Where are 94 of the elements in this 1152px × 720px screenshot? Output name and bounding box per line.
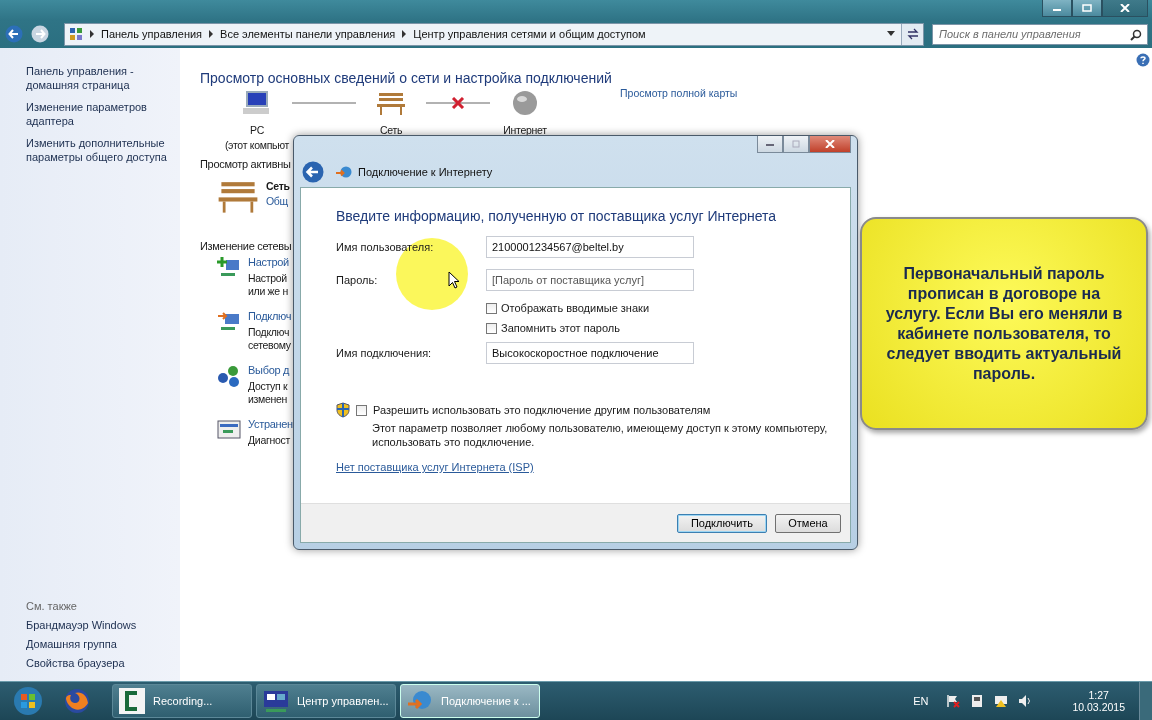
speaker-icon[interactable] <box>1018 694 1033 708</box>
network-name: Сеть <box>266 180 290 192</box>
option-note: Этот параметр позволяет любому пользователю, имеющему доступ к этому компьютеру, использовать это подключение. <box>372 421 829 449</box>
network-center-icon <box>263 688 289 714</box>
input-field[interactable]: Высокоскоростное подключение <box>486 342 694 364</box>
chevron-icon <box>401 30 408 38</box>
chevron-icon <box>89 30 95 38</box>
shield-icon <box>336 402 350 418</box>
homegroup-icon <box>217 364 241 388</box>
globe-arrow-icon <box>336 165 352 179</box>
bench-icon <box>376 90 406 116</box>
callout-text: Первоначальный пароль прописан в договоре на услугу. Если Вы его меняли в кабинете пользователя, то следует вводить актуальный пароль. <box>884 263 1124 384</box>
close-icon <box>1120 4 1130 12</box>
help-icon[interactable] <box>1136 53 1150 67</box>
checkbox-label[interactable]: Разрешить использовать это подключение другим пользователям <box>373 404 711 416</box>
minimize-button[interactable] <box>1042 0 1072 17</box>
close-button[interactable] <box>1102 0 1148 17</box>
task-link[interactable]: Подключ <box>248 310 292 322</box>
maximize-icon <box>1082 4 1092 12</box>
breadcrumb[interactable]: Панель управления <box>101 28 203 40</box>
maximize-button[interactable] <box>1072 0 1102 17</box>
chevron-icon <box>208 30 215 38</box>
task-link[interactable]: Выбор д <box>248 364 290 376</box>
field-label: Имя подключения: <box>336 347 432 359</box>
clock-date: 10.03.2015 <box>1072 701 1125 713</box>
task-link[interactable]: Устранен <box>248 418 293 430</box>
computer-icon <box>242 90 272 116</box>
section-heading: Просмотр активны <box>200 158 291 170</box>
node-label: PC <box>250 124 264 137</box>
breadcrumb[interactable]: Центр управления сетями и общим доступом <box>413 28 646 40</box>
breadcrumb[interactable]: Все элементы панели управления <box>220 28 396 40</box>
field-label: Пароль: <box>336 274 378 286</box>
close-button[interactable] <box>809 136 851 153</box>
minimize-icon <box>765 141 775 147</box>
network-type-link[interactable]: Общ <box>266 195 288 207</box>
sidebar-link[interactable]: Изменение параметров адаптера <box>26 100 171 128</box>
mouse-cursor-icon <box>448 271 460 289</box>
task-description: Доступ к <box>248 380 288 393</box>
fox-globe-icon <box>63 687 91 715</box>
sidebar-link[interactable]: Изменить дополнительные параметры общего доступа <box>26 136 171 164</box>
input-field[interactable]: [Пароль от поставщика услуг] <box>486 269 694 291</box>
clock[interactable]: 1:27 10.03.2015 <box>1072 689 1125 713</box>
no-isp-link[interactable]: Нет поставщика услуг Интернета (ISP) <box>336 461 534 473</box>
language-indicator[interactable]: EN <box>913 695 929 707</box>
input-field[interactable]: 2100001234567@beltel.by <box>486 236 694 258</box>
dialog-title: Подключение к Интернету <box>358 166 493 178</box>
globe-icon <box>510 90 540 116</box>
close-icon <box>825 140 835 148</box>
connect-button[interactable]: Подключить <box>677 513 767 533</box>
section-heading: Изменение сетевы <box>200 240 292 252</box>
cancel-button[interactable]: Отмена <box>775 513 841 533</box>
troubleshoot-icon <box>217 418 241 442</box>
search-icon[interactable] <box>1130 28 1142 41</box>
task-description: Подключ <box>248 326 290 339</box>
checkbox[interactable] <box>356 404 367 416</box>
node-label: Сеть <box>379 124 403 137</box>
search-field[interactable]: Поиск в панели управления <box>932 23 1148 45</box>
refresh-icon <box>905 28 920 40</box>
dialog-heading: Введите информацию, полученную от поставщика услуг Интернета <box>336 208 778 224</box>
control-panel-icon <box>69 27 83 41</box>
taskbar-button[interactable]: Центр управлен... <box>256 684 396 718</box>
sidebar-link[interactable]: Брандмауэр Windows <box>26 619 137 631</box>
address-bar[interactable]: Панель управления Все элементы панели управления Центр управления сетями и общим доступом <box>64 22 924 46</box>
task-description: или же н <box>248 285 288 298</box>
back-button[interactable] <box>302 160 326 184</box>
maximize-button[interactable] <box>783 136 809 153</box>
dropdown-icon[interactable] <box>887 31 895 37</box>
device-icon[interactable] <box>970 694 985 708</box>
checkbox-label[interactable]: Отображать вводимые знаки <box>501 302 650 314</box>
full-map-link[interactable]: Просмотр полной карты <box>620 87 738 99</box>
task-description: сетевому <box>248 339 291 352</box>
minimize-button[interactable] <box>757 136 783 153</box>
task-description: изменен <box>248 393 288 406</box>
clock-time: 1:27 <box>1088 689 1109 701</box>
checkbox-label[interactable]: Запомнить этот пароль <box>501 322 620 334</box>
refresh-button[interactable] <box>901 23 923 45</box>
checkbox[interactable] <box>486 302 497 314</box>
maximize-icon <box>791 140 801 148</box>
start-orb-icon <box>13 686 43 716</box>
node-sublabel: (этот компьют <box>224 139 290 152</box>
see-also-heading: См. также <box>26 600 77 612</box>
flag-icon[interactable] <box>946 694 961 708</box>
network-warning-icon[interactable] <box>994 694 1009 708</box>
sidebar-link[interactable]: Свойства браузера <box>26 657 125 669</box>
sidebar-link[interactable]: Панель управления - домашняя страница <box>26 64 171 92</box>
task-link[interactable]: Настрой <box>248 256 289 268</box>
task-description: Диагност <box>248 434 290 447</box>
checkbox[interactable] <box>486 322 497 334</box>
node-label: Интернет <box>503 124 547 137</box>
page-heading: Просмотр основных сведений о сети и настройка подключений <box>200 70 612 86</box>
taskbar-button[interactable]: Recording... <box>112 684 252 718</box>
task-description: Настрой <box>248 272 287 285</box>
recorder-icon <box>119 688 145 714</box>
sidebar-link[interactable]: Домашняя группа <box>26 638 117 650</box>
